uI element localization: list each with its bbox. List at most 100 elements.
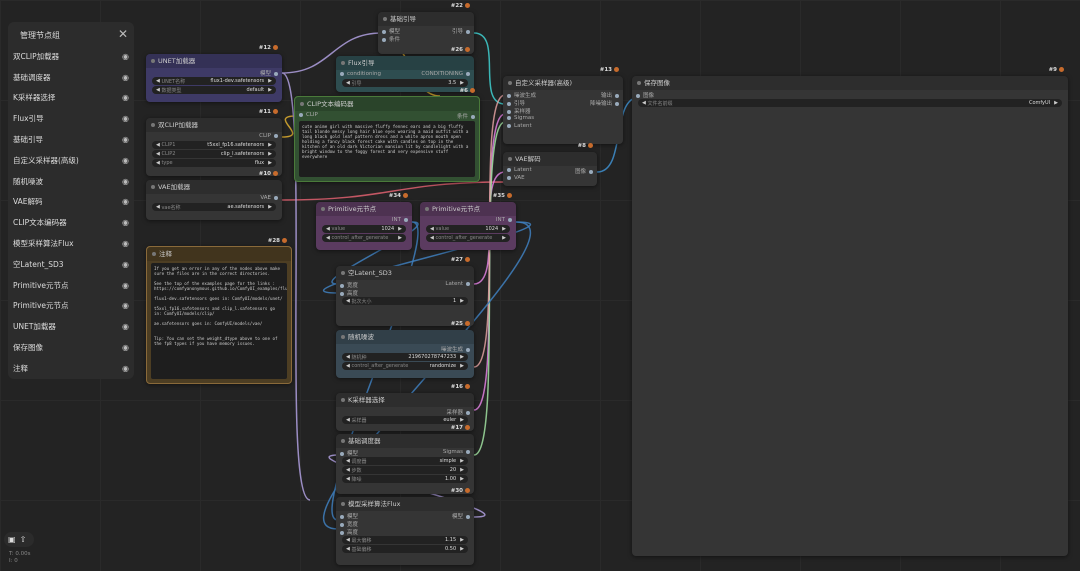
- output-slot[interactable]: VAE: [260, 195, 278, 201]
- node-widget[interactable]: ◀ vae名称 ae.safetensors ▶: [152, 203, 276, 211]
- eye-icon[interactable]: ◉: [122, 281, 129, 290]
- node-title[interactable]: 双CLIP加载器: [146, 118, 282, 132]
- node-title[interactable]: 空Latent_SD3: [336, 266, 474, 280]
- arrow-right-icon[interactable]: ▶: [268, 87, 272, 93]
- node[interactable]: #11 双CLIP加载器 CLIP ◀ CLIP1 t5xxl_fp16.safeten…: [146, 109, 282, 176]
- input-slot[interactable]: 高度: [340, 528, 358, 536]
- node-widget[interactable]: ◀ 引导 3.5 ▶: [342, 79, 468, 87]
- input-slot[interactable]: Latent: [507, 123, 532, 129]
- close-icon[interactable]: ✕: [118, 27, 128, 41]
- eye-icon[interactable]: ◉: [122, 156, 129, 165]
- eye-icon[interactable]: ◉: [122, 177, 129, 186]
- node[interactable]: #8 VAE解码 Latent 图像 VAE: [503, 143, 597, 186]
- arrow-right-icon[interactable]: ▶: [398, 235, 402, 241]
- node-title[interactable]: K采样器选择: [336, 393, 474, 407]
- arrow-left-icon[interactable]: ◀: [346, 537, 350, 543]
- panel-item[interactable]: 双CLIP加载器 ◉: [8, 46, 134, 67]
- arrow-right-icon[interactable]: ▶: [460, 298, 464, 304]
- eye-icon[interactable]: ◉: [122, 218, 129, 227]
- node[interactable]: #13 自定义采样器(高级) 噪波生成 输出 引导 降噪输出 采样器 Sigmas Latent: [503, 67, 623, 144]
- arrow-right-icon[interactable]: ▶: [268, 160, 272, 166]
- arrow-left-icon[interactable]: ◀: [326, 235, 330, 241]
- panel-item[interactable]: 基础引导 ◉: [8, 129, 134, 150]
- node[interactable]: #6 CLIP文本编码器 CLIP 条件 cute anime girl with ma…: [294, 88, 480, 182]
- eye-icon[interactable]: ◉: [122, 322, 129, 331]
- arrow-right-icon[interactable]: ▶: [460, 417, 464, 423]
- output-slot[interactable]: CONDITIONING: [421, 71, 470, 77]
- output-slot[interactable]: INT: [392, 217, 408, 223]
- node[interactable]: #25 随机噪波 噪波生成 ◀ 随机种 219670278747233 ▶ ◀ contro…: [336, 321, 474, 378]
- arrow-right-icon[interactable]: ▶: [460, 467, 464, 473]
- node-title[interactable]: 自定义采样器(高级): [503, 76, 623, 90]
- node-widget[interactable]: ◀ 最大偏移 1.15 ▶: [342, 536, 468, 544]
- node-title[interactable]: Primitive元节点: [316, 202, 412, 216]
- arrow-right-icon[interactable]: ▶: [460, 537, 464, 543]
- arrow-right-icon[interactable]: ▶: [268, 142, 272, 148]
- eye-icon[interactable]: ◉: [122, 343, 129, 352]
- node-widget[interactable]: ◀ value 1024 ▶: [426, 225, 510, 233]
- panel-item[interactable]: Primitive元节点 ◉: [8, 275, 134, 296]
- node-widget[interactable]: ◀ CLIP1 t5xxl_fp16.safetensors ▶: [152, 141, 276, 149]
- eye-icon[interactable]: ◉: [122, 73, 129, 82]
- node[interactable]: #12 UNET加载器 模型 ◀ UNET名称 flux1-dev.safetensor…: [146, 45, 282, 102]
- input-slot[interactable]: 图像: [636, 91, 654, 99]
- node-widget[interactable]: ◀ 基础偏移 0.50 ▶: [342, 545, 468, 553]
- input-slot[interactable]: VAE: [507, 175, 525, 181]
- arrow-right-icon[interactable]: ▶: [502, 226, 506, 232]
- arrow-left-icon[interactable]: ◀: [326, 226, 330, 232]
- node-widget[interactable]: ◀ control_after_generate ▶: [322, 234, 406, 242]
- node-widget[interactable]: ◀ 随机种 219670278747233 ▶: [342, 353, 468, 361]
- input-slot[interactable]: 条件: [382, 35, 400, 43]
- node-title[interactable]: CLIP文本编码器: [295, 97, 479, 111]
- panel-item[interactable]: 基础调度器 ◉: [8, 67, 134, 88]
- node-title[interactable]: 保存图像: [632, 76, 1068, 90]
- arrow-right-icon[interactable]: ▶: [460, 80, 464, 86]
- eye-icon[interactable]: ◉: [122, 301, 129, 310]
- arrow-left-icon[interactable]: ◀: [346, 546, 350, 552]
- text-area[interactable]: If you get an error in any of the nodes …: [151, 263, 287, 379]
- panel-item[interactable]: Primitive元节点 ◉: [8, 296, 134, 317]
- node-title[interactable]: 随机噪波: [336, 330, 474, 344]
- panel-item[interactable]: 模型采样算法Flux ◉: [8, 233, 134, 254]
- arrow-left-icon[interactable]: ◀: [346, 417, 350, 423]
- arrow-right-icon[interactable]: ▶: [268, 78, 272, 84]
- eye-icon[interactable]: ◉: [122, 197, 129, 206]
- arrow-right-icon[interactable]: ▶: [398, 226, 402, 232]
- arrow-right-icon[interactable]: ▶: [460, 546, 464, 552]
- node-widget[interactable]: ◀ 降噪 1.00 ▶: [342, 475, 468, 483]
- arrow-right-icon[interactable]: ▶: [460, 354, 464, 360]
- output-slot[interactable]: INT: [496, 217, 512, 223]
- input-slot[interactable]: 模型: [340, 449, 358, 457]
- node[interactable]: #35 Primitive元节点 INT ◀ value 1024 ▶ ◀ control_…: [420, 193, 516, 250]
- eye-icon[interactable]: ◉: [122, 135, 129, 144]
- input-slot[interactable]: CLIP: [299, 112, 318, 118]
- node-widget[interactable]: ◀ 批次大小 1 ▶: [342, 297, 468, 305]
- output-slot[interactable]: 采样器: [446, 408, 470, 416]
- arrow-left-icon[interactable]: ◀: [156, 78, 160, 84]
- node-title[interactable]: 模型采样算法Flux: [336, 497, 474, 511]
- output-slot[interactable]: CLIP: [259, 133, 278, 139]
- node-widget[interactable]: ◀ control_after_generate randomize ▶: [342, 362, 468, 370]
- upload-icon[interactable]: ⇧: [20, 535, 27, 544]
- output-slot[interactable]: Sigmas: [443, 449, 470, 455]
- arrow-left-icon[interactable]: ◀: [346, 363, 350, 369]
- node-title[interactable]: 基础调度器: [336, 434, 474, 448]
- arrow-left-icon[interactable]: ◀: [346, 476, 350, 482]
- node-title[interactable]: 基础引导: [378, 12, 474, 26]
- arrow-right-icon[interactable]: ▶: [460, 458, 464, 464]
- arrow-left-icon[interactable]: ◀: [156, 142, 160, 148]
- panel-item[interactable]: VAE解码 ◉: [8, 192, 134, 213]
- arrow-left-icon[interactable]: ◀: [156, 204, 160, 210]
- node-title[interactable]: Primitive元节点: [420, 202, 516, 216]
- output-slot[interactable]: 条件: [457, 112, 475, 120]
- arrow-left-icon[interactable]: ◀: [346, 80, 350, 86]
- input-slot[interactable]: Sigmas: [507, 115, 534, 121]
- input-slot[interactable]: conditioning: [340, 71, 381, 77]
- node[interactable]: #17 基础调度器 模型 Sigmas ◀ 调度器 simple ▶ ◀ 步数 20 ▶ ◀ 降噪 1…: [336, 425, 474, 494]
- node-widget[interactable]: ◀ value 1024 ▶: [322, 225, 406, 233]
- node-title[interactable]: 注释: [147, 247, 291, 261]
- node[interactable]: #30 模型采样算法Flux 模型 模型 宽度 高度 ◀ 最大偏移 1.15 ▶ ◀ 基础偏移 0.…: [336, 488, 474, 565]
- input-slot[interactable]: 高度: [340, 289, 358, 297]
- panel-item[interactable]: 注释 ◉: [8, 358, 134, 379]
- eye-icon[interactable]: ◉: [122, 114, 129, 123]
